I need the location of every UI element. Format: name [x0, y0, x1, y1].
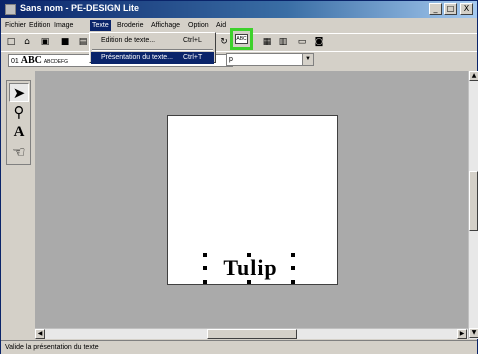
text-menu-popup: Edition de texte... Ctrl+L Présentation …	[89, 32, 216, 64]
menu-item-label: Edition de texte...	[101, 37, 156, 44]
menu-item-label: Présentation du texte...	[101, 54, 173, 61]
size-value: p	[229, 56, 233, 63]
import-icon[interactable]: ▣	[39, 36, 51, 48]
status-bar: Valide la présentation du texte	[1, 340, 477, 354]
menu-texte[interactable]: Texte	[90, 20, 111, 31]
selection-handle[interactable]	[291, 280, 295, 284]
new-icon[interactable]: □	[5, 36, 17, 48]
menu-broderie[interactable]: Broderie	[115, 20, 145, 31]
text-layout-button[interactable]: ABC	[230, 28, 253, 50]
menu-separator	[92, 49, 213, 51]
grid-icon[interactable]: ▦	[261, 36, 273, 48]
menu-item-shortcut: Ctrl+L	[183, 37, 202, 44]
menu-option[interactable]: Option	[186, 20, 211, 31]
menu-fichier[interactable]: Fichier	[3, 20, 28, 31]
preview-icon[interactable]: ▭	[296, 36, 308, 48]
tool-palette: ➤ ⚲ A ☜	[6, 80, 31, 165]
selection-handle[interactable]	[203, 253, 207, 257]
menu-item-edit-text[interactable]: Edition de texte... Ctrl+L	[91, 35, 214, 47]
status-text: Valide la présentation du texte	[5, 344, 99, 351]
select-arrow-icon[interactable]: ➤	[9, 83, 29, 102]
vertical-scroll-thumb[interactable]	[469, 171, 478, 231]
font-sample-small: ABCDEFG	[43, 59, 68, 65]
selection-handle[interactable]	[203, 266, 207, 270]
menu-edition[interactable]: Edition	[27, 20, 52, 31]
selection-handle[interactable]	[203, 280, 207, 284]
window-title: Sans nom - PE-DESIGN Lite	[20, 3, 140, 13]
menu-affichage[interactable]: Affichage	[149, 20, 182, 31]
scroll-down-icon[interactable]: ▼	[469, 328, 478, 338]
scroll-right-icon[interactable]: ▶	[457, 329, 467, 339]
horizontal-scrollbar[interactable]: ◀ ▶	[35, 328, 468, 339]
layout-icon[interactable]: ▥	[277, 36, 289, 48]
menu-item-shortcut: Ctrl+T	[183, 54, 203, 61]
view-icon[interactable]: ◙	[313, 36, 325, 48]
size-select[interactable]: p ▼	[226, 53, 314, 66]
selection-handle[interactable]	[291, 266, 295, 270]
selection-handle[interactable]	[247, 253, 251, 257]
text-tool-icon[interactable]: A	[9, 123, 29, 142]
embroidery-hand-icon[interactable]: ☜	[9, 143, 29, 162]
maximize-button[interactable]: □	[444, 3, 457, 15]
rotate-icon[interactable]: ↻	[218, 36, 230, 48]
app-icon	[5, 4, 16, 15]
canvas-text[interactable]: Tulip	[204, 255, 297, 281]
minimize-button[interactable]: _	[429, 3, 442, 15]
app-window: Sans nom - PE-DESIGN Lite _ □ X Fichier …	[0, 0, 478, 354]
menu-image[interactable]: Image	[52, 20, 75, 31]
selection-handle[interactable]	[291, 253, 295, 257]
title-bar: Sans nom - PE-DESIGN Lite _ □ X	[1, 1, 477, 18]
zoom-icon[interactable]: ⚲	[9, 103, 29, 122]
scroll-left-icon[interactable]: ◀	[35, 329, 45, 339]
menu-aide[interactable]: Aid	[214, 20, 228, 31]
horizontal-scroll-thumb[interactable]	[207, 329, 297, 339]
print-icon[interactable]: ▤	[77, 36, 89, 48]
scroll-up-icon[interactable]: ▲	[469, 71, 478, 81]
font-sample: ABC	[20, 55, 42, 66]
chevron-down-icon[interactable]: ▼	[302, 54, 313, 65]
text-layout-icon: ABC	[235, 34, 248, 44]
menu-item-text-layout[interactable]: Présentation du texte... Ctrl+T	[91, 52, 214, 64]
selection-handle[interactable]	[247, 280, 251, 284]
save-icon[interactable]: ■	[59, 36, 71, 48]
open-icon[interactable]: ⌂	[21, 36, 33, 48]
font-number: 01	[11, 58, 19, 65]
vertical-scrollbar[interactable]: ▲ ▼	[468, 71, 478, 339]
close-button[interactable]: X	[460, 3, 473, 15]
